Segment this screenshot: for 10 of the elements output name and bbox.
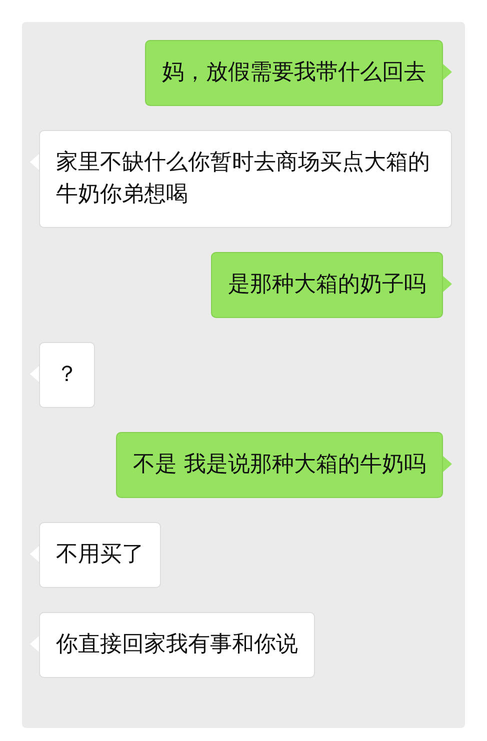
bubble-tail-icon — [443, 456, 452, 472]
message-bubble: 不用买了 — [39, 522, 161, 588]
message-bubble: ？ — [39, 342, 95, 408]
bubble-tail-icon — [443, 276, 452, 292]
message-bubble: 妈，放假需要我带什么回去 — [145, 40, 443, 106]
message-bubble: 你直接回家我有事和你说 — [39, 612, 315, 678]
message-bubble: 家里不缺什么你暂时去商场买点大箱的牛奶你弟想喝 — [39, 130, 452, 228]
bubble-tail-icon — [443, 64, 452, 80]
message-bubble: 是那种大箱的奶子吗 — [211, 252, 443, 318]
message-bubble: 不是 我是说那种大箱的牛奶吗 — [116, 432, 443, 498]
